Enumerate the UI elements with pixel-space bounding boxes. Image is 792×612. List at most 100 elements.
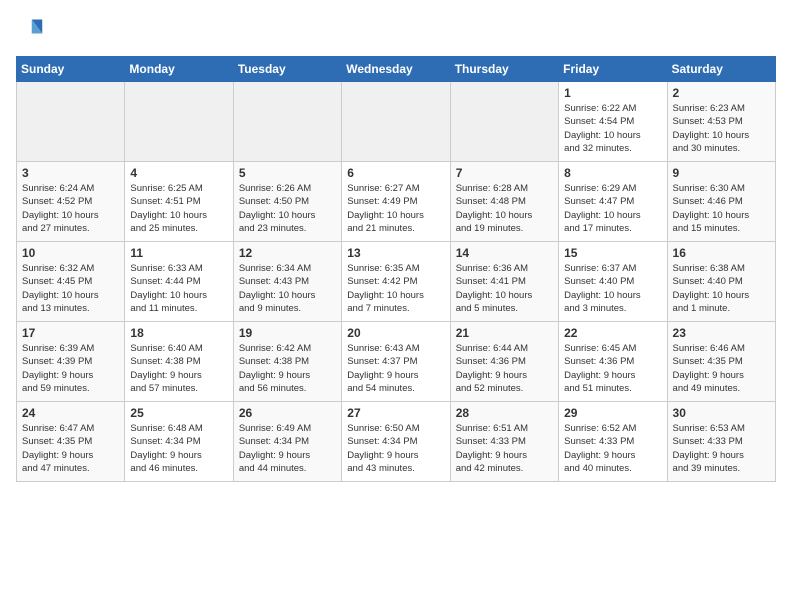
day-info: Sunrise: 6:29 AM Sunset: 4:47 PM Dayligh… bbox=[564, 182, 661, 235]
day-info: Sunrise: 6:47 AM Sunset: 4:35 PM Dayligh… bbox=[22, 422, 119, 475]
day-number: 3 bbox=[22, 166, 119, 180]
day-number: 9 bbox=[673, 166, 770, 180]
day-number: 20 bbox=[347, 326, 444, 340]
col-header-sunday: Sunday bbox=[17, 57, 125, 82]
logo-icon bbox=[16, 16, 44, 44]
col-header-saturday: Saturday bbox=[667, 57, 775, 82]
day-number: 24 bbox=[22, 406, 119, 420]
calendar-cell bbox=[233, 82, 341, 162]
calendar-cell: 6Sunrise: 6:27 AM Sunset: 4:49 PM Daylig… bbox=[342, 162, 450, 242]
calendar-cell: 7 Sunrise: 6:28 AM Sunset: 4:48 PM Daylig… bbox=[450, 162, 558, 242]
day-info: Sunrise: 6:46 AM Sunset: 4:35 PM Dayligh… bbox=[673, 342, 770, 395]
day-info: Sunrise: 6:43 AM Sunset: 4:37 PM Dayligh… bbox=[347, 342, 444, 395]
calendar-cell: 29Sunrise: 6:52 AM Sunset: 4:33 PM Dayli… bbox=[559, 402, 667, 482]
col-header-wednesday: Wednesday bbox=[342, 57, 450, 82]
day-info: Sunrise: 6:32 AM Sunset: 4:45 PM Dayligh… bbox=[22, 262, 119, 315]
day-number: 11 bbox=[130, 246, 227, 260]
week-row-1: 1 Sunrise: 6:22 AM Sunset: 4:54 PM Daylig… bbox=[17, 82, 776, 162]
day-number: 13 bbox=[347, 246, 444, 260]
day-info: Sunrise: 6:34 AM Sunset: 4:43 PM Dayligh… bbox=[239, 262, 336, 315]
day-info: Sunrise: 6:36 AM Sunset: 4:41 PM Dayligh… bbox=[456, 262, 553, 315]
calendar-header-row: SundayMondayTuesdayWednesdayThursdayFrid… bbox=[17, 57, 776, 82]
day-number: 12 bbox=[239, 246, 336, 260]
day-info: Sunrise: 6:45 AM Sunset: 4:36 PM Dayligh… bbox=[564, 342, 661, 395]
day-number: 5 bbox=[239, 166, 336, 180]
day-info: Sunrise: 6:50 AM Sunset: 4:34 PM Dayligh… bbox=[347, 422, 444, 475]
day-number: 25 bbox=[130, 406, 227, 420]
day-info: Sunrise: 6:23 AM Sunset: 4:53 PM Dayligh… bbox=[673, 102, 770, 155]
week-row-4: 17 Sunrise: 6:39 AM Sunset: 4:39 PM Dayli… bbox=[17, 322, 776, 402]
calendar-cell: 24 Sunrise: 6:47 AM Sunset: 4:35 PM Dayli… bbox=[17, 402, 125, 482]
logo bbox=[16, 16, 48, 44]
day-number: 26 bbox=[239, 406, 336, 420]
day-number: 19 bbox=[239, 326, 336, 340]
calendar-cell bbox=[342, 82, 450, 162]
calendar-cell: 27 Sunrise: 6:50 AM Sunset: 4:34 PM Dayli… bbox=[342, 402, 450, 482]
week-row-5: 24 Sunrise: 6:47 AM Sunset: 4:35 PM Dayli… bbox=[17, 402, 776, 482]
calendar-cell: 18 Sunrise: 6:40 AM Sunset: 4:38 PM Dayli… bbox=[125, 322, 233, 402]
day-number: 29 bbox=[564, 406, 661, 420]
calendar-cell: 10 Sunrise: 6:32 AM Sunset: 4:45 PM Dayli… bbox=[17, 242, 125, 322]
calendar-cell: 23 Sunrise: 6:46 AM Sunset: 4:35 PM Dayli… bbox=[667, 322, 775, 402]
calendar-cell: 26Sunrise: 6:49 AM Sunset: 4:34 PM Dayli… bbox=[233, 402, 341, 482]
day-number: 4 bbox=[130, 166, 227, 180]
calendar-cell bbox=[450, 82, 558, 162]
calendar-cell: 5 Sunrise: 6:26 AM Sunset: 4:50 PM Daylig… bbox=[233, 162, 341, 242]
day-number: 27 bbox=[347, 406, 444, 420]
day-number: 14 bbox=[456, 246, 553, 260]
day-info: Sunrise: 6:26 AM Sunset: 4:50 PM Dayligh… bbox=[239, 182, 336, 235]
day-info: Sunrise: 6:53 AM Sunset: 4:33 PM Dayligh… bbox=[673, 422, 770, 475]
day-number: 18 bbox=[130, 326, 227, 340]
day-info: Sunrise: 6:48 AM Sunset: 4:34 PM Dayligh… bbox=[130, 422, 227, 475]
day-number: 21 bbox=[456, 326, 553, 340]
day-number: 30 bbox=[673, 406, 770, 420]
calendar-cell: 19 Sunrise: 6:42 AM Sunset: 4:38 PM Dayli… bbox=[233, 322, 341, 402]
day-info: Sunrise: 6:27 AM Sunset: 4:49 PM Dayligh… bbox=[347, 182, 444, 235]
day-number: 8 bbox=[564, 166, 661, 180]
calendar-cell: 20 Sunrise: 6:43 AM Sunset: 4:37 PM Dayli… bbox=[342, 322, 450, 402]
calendar-cell: 8 Sunrise: 6:29 AM Sunset: 4:47 PM Daylig… bbox=[559, 162, 667, 242]
calendar-cell: 28Sunrise: 6:51 AM Sunset: 4:33 PM Dayli… bbox=[450, 402, 558, 482]
calendar-cell bbox=[125, 82, 233, 162]
day-info: Sunrise: 6:39 AM Sunset: 4:39 PM Dayligh… bbox=[22, 342, 119, 395]
calendar-cell: 1 Sunrise: 6:22 AM Sunset: 4:54 PM Daylig… bbox=[559, 82, 667, 162]
day-number: 22 bbox=[564, 326, 661, 340]
day-number: 10 bbox=[22, 246, 119, 260]
week-row-3: 10 Sunrise: 6:32 AM Sunset: 4:45 PM Dayli… bbox=[17, 242, 776, 322]
col-header-friday: Friday bbox=[559, 57, 667, 82]
day-info: Sunrise: 6:30 AM Sunset: 4:46 PM Dayligh… bbox=[673, 182, 770, 235]
day-info: Sunrise: 6:24 AM Sunset: 4:52 PM Dayligh… bbox=[22, 182, 119, 235]
day-number: 2 bbox=[673, 86, 770, 100]
calendar-cell: 16Sunrise: 6:38 AM Sunset: 4:40 PM Dayli… bbox=[667, 242, 775, 322]
calendar-cell: 11 Sunrise: 6:33 AM Sunset: 4:44 PM Dayli… bbox=[125, 242, 233, 322]
day-info: Sunrise: 6:40 AM Sunset: 4:38 PM Dayligh… bbox=[130, 342, 227, 395]
calendar-cell: 13Sunrise: 6:35 AM Sunset: 4:42 PM Dayli… bbox=[342, 242, 450, 322]
day-number: 15 bbox=[564, 246, 661, 260]
col-header-monday: Monday bbox=[125, 57, 233, 82]
day-info: Sunrise: 6:37 AM Sunset: 4:40 PM Dayligh… bbox=[564, 262, 661, 315]
calendar-table: SundayMondayTuesdayWednesdayThursdayFrid… bbox=[16, 56, 776, 482]
calendar-cell: 3 Sunrise: 6:24 AM Sunset: 4:52 PM Daylig… bbox=[17, 162, 125, 242]
day-info: Sunrise: 6:42 AM Sunset: 4:38 PM Dayligh… bbox=[239, 342, 336, 395]
day-info: Sunrise: 6:33 AM Sunset: 4:44 PM Dayligh… bbox=[130, 262, 227, 315]
day-info: Sunrise: 6:28 AM Sunset: 4:48 PM Dayligh… bbox=[456, 182, 553, 235]
day-number: 17 bbox=[22, 326, 119, 340]
calendar-cell: 21 Sunrise: 6:44 AM Sunset: 4:36 PM Dayli… bbox=[450, 322, 558, 402]
calendar-cell bbox=[17, 82, 125, 162]
week-row-2: 3 Sunrise: 6:24 AM Sunset: 4:52 PM Daylig… bbox=[17, 162, 776, 242]
calendar-cell: 17 Sunrise: 6:39 AM Sunset: 4:39 PM Dayli… bbox=[17, 322, 125, 402]
day-number: 28 bbox=[456, 406, 553, 420]
calendar-cell: 12 Sunrise: 6:34 AM Sunset: 4:43 PM Dayli… bbox=[233, 242, 341, 322]
col-header-tuesday: Tuesday bbox=[233, 57, 341, 82]
calendar-cell: 30 Sunrise: 6:53 AM Sunset: 4:33 PM Dayli… bbox=[667, 402, 775, 482]
day-info: Sunrise: 6:22 AM Sunset: 4:54 PM Dayligh… bbox=[564, 102, 661, 155]
calendar-cell: 14 Sunrise: 6:36 AM Sunset: 4:41 PM Dayli… bbox=[450, 242, 558, 322]
day-info: Sunrise: 6:44 AM Sunset: 4:36 PM Dayligh… bbox=[456, 342, 553, 395]
day-number: 1 bbox=[564, 86, 661, 100]
calendar-cell: 22 Sunrise: 6:45 AM Sunset: 4:36 PM Dayli… bbox=[559, 322, 667, 402]
calendar-cell: 2 Sunrise: 6:23 AM Sunset: 4:53 PM Daylig… bbox=[667, 82, 775, 162]
day-number: 23 bbox=[673, 326, 770, 340]
page-header bbox=[16, 16, 776, 44]
calendar-cell: 9 Sunrise: 6:30 AM Sunset: 4:46 PM Daylig… bbox=[667, 162, 775, 242]
day-number: 7 bbox=[456, 166, 553, 180]
